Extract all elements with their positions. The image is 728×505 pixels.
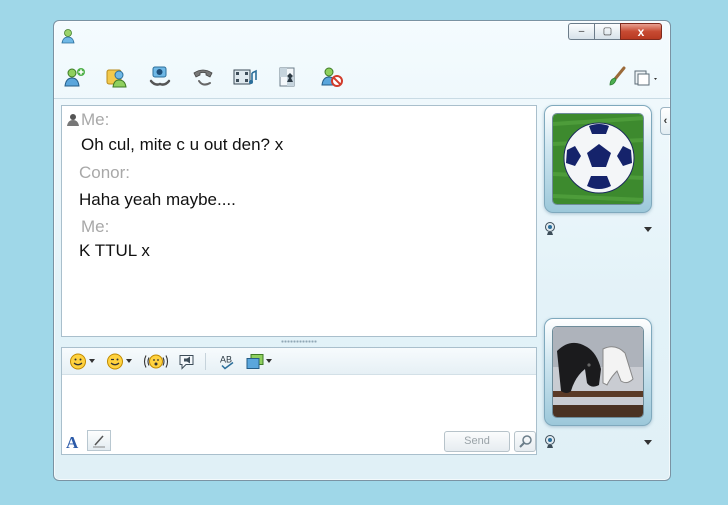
pane-splitter[interactable]: [281, 340, 317, 343]
contact-avatar: [552, 113, 644, 205]
horses-icon: [553, 327, 643, 417]
conversation-history[interactable]: Me: Oh cul, mite c u out den? x Conor: H…: [61, 105, 537, 337]
user-display-picture[interactable]: [544, 318, 652, 426]
message-sender: Me:: [81, 217, 110, 236]
menu-icon[interactable]: [632, 65, 662, 89]
media-icon[interactable]: [232, 65, 258, 89]
sidebar-collapse-button[interactable]: ‹: [660, 107, 670, 135]
message-sender: Me:: [81, 110, 110, 129]
maximize-button[interactable]: ▢: [594, 23, 620, 40]
close-button[interactable]: x: [620, 23, 662, 40]
title-bar: – ▢ x: [54, 21, 670, 51]
chat-window: – ▢ x Me: Oh cul, mite c u out den? x Co…: [53, 20, 671, 481]
chevron-down-icon[interactable]: [89, 359, 95, 363]
minimize-button[interactable]: –: [568, 23, 594, 40]
contact-display-picture[interactable]: [544, 105, 652, 213]
emoticon-icon[interactable]: [69, 352, 87, 371]
chevron-down-icon[interactable]: [126, 359, 132, 363]
contact-webcam-row: [544, 222, 652, 236]
block-icon[interactable]: [319, 65, 345, 89]
window-controls: – ▢ x: [568, 23, 662, 40]
nudge-icon[interactable]: [143, 352, 169, 371]
paint-brush-icon[interactable]: [604, 65, 630, 89]
svg-text:AB: AB: [220, 355, 232, 365]
messenger-buddy-icon: [61, 29, 75, 44]
chevron-down-icon[interactable]: [644, 440, 652, 445]
share-icon[interactable]: [104, 65, 130, 89]
contact-status-icon: [67, 114, 79, 126]
games-icon[interactable]: [276, 65, 302, 89]
webcam-icon[interactable]: [544, 222, 556, 236]
font-icon[interactable]: A: [66, 433, 78, 453]
user-webcam-row: [544, 435, 652, 449]
chevron-down-icon[interactable]: [266, 359, 272, 363]
handwriting-button[interactable]: [87, 430, 111, 451]
toolbar-separator: [205, 353, 206, 370]
message-sender: Conor:: [79, 163, 131, 182]
chevron-down-icon[interactable]: [644, 227, 652, 232]
background-icon[interactable]: [246, 352, 264, 371]
send-button[interactable]: Send: [444, 431, 510, 452]
message-input[interactable]: [62, 376, 536, 428]
webcam-icon[interactable]: [544, 435, 556, 449]
message-text: K TTUL x: [79, 241, 150, 260]
user-avatar: [552, 326, 644, 418]
toolbar-divider: [54, 98, 670, 99]
compose-toolbar: AB: [62, 348, 536, 375]
wink-icon[interactable]: [106, 352, 124, 371]
search-button[interactable]: [514, 431, 536, 452]
voice-clip-icon[interactable]: [178, 352, 196, 371]
voice-call-icon[interactable]: [190, 65, 216, 89]
main-toolbar: [54, 59, 670, 95]
video-call-icon[interactable]: [147, 65, 173, 89]
invite-contact-icon[interactable]: [62, 65, 88, 89]
search-icon: [519, 435, 532, 448]
pen-icon: [93, 435, 105, 448]
message-text: Oh cul, mite c u out den? x: [81, 135, 284, 154]
spell-check-icon[interactable]: AB: [219, 352, 239, 371]
soccer-ball-icon: [553, 114, 643, 204]
message-text: Haha yeah maybe....: [79, 190, 236, 209]
